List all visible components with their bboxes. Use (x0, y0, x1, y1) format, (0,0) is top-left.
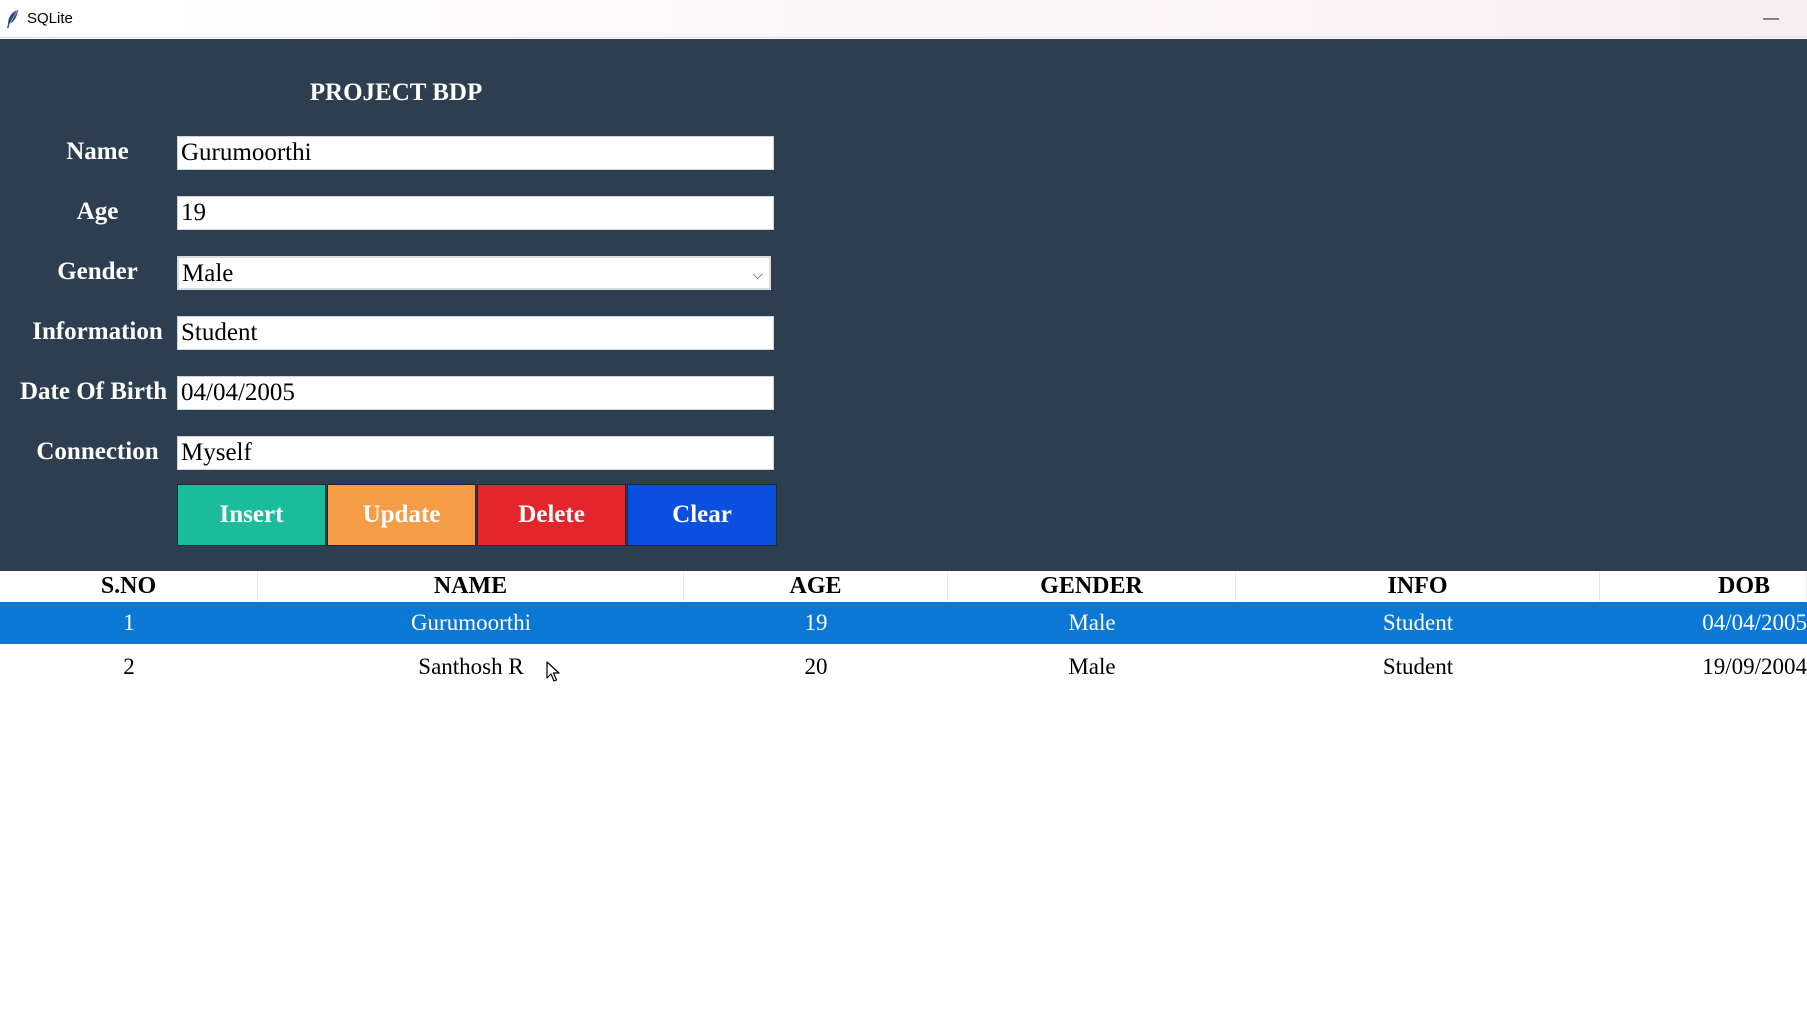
mouse-pointer-icon (546, 661, 560, 682)
information-label: Information (32, 318, 163, 345)
window-title: SQLite (27, 10, 73, 27)
column-header-dob[interactable]: DOB (1600, 571, 1807, 601)
cell-name: Gurumoorthi (410, 610, 532, 635)
column-header-age[interactable]: AGE (684, 571, 948, 601)
cell-dob: 19/09/2004 (1702, 654, 1807, 679)
cell-age: 19 (804, 610, 828, 635)
feather-icon (7, 10, 18, 28)
clear-button[interactable]: Clear (627, 484, 777, 546)
cell-sno: 2 (123, 654, 135, 679)
date-of-birth-label: Date Of Birth (20, 378, 168, 405)
cell-info: Student (1382, 654, 1454, 679)
cell-dob: 04/04/2005 (1702, 610, 1807, 635)
cell-info: Student (1382, 610, 1454, 635)
connection-label: Connection (36, 438, 159, 465)
form-panel: PROJECT BDP Name Gurumoorthi Age 19 Gend… (0, 39, 1807, 571)
column-header-gender[interactable]: GENDER (948, 571, 1236, 601)
name-label: Name (66, 138, 129, 165)
cell-name: Santhosh R (418, 654, 524, 679)
form-title: PROJECT BDP (309, 79, 483, 106)
column-header-sno[interactable]: S.NO (0, 571, 258, 601)
cell-sno: 1 (123, 610, 135, 635)
table-row[interactable]: 1 Gurumoorthi 19 Male Student 04/04/2005 (0, 602, 1807, 644)
name-input[interactable]: Gurumoorthi (177, 136, 774, 170)
records-table[interactable]: S.NO NAME AGE GENDER INFO DOB 1 Gurumoor… (0, 571, 1807, 1016)
gender-select[interactable]: Male ⌵ (177, 256, 771, 290)
table-header: S.NO NAME AGE GENDER INFO DOB (0, 571, 1807, 601)
cell-gender: Male (1068, 654, 1116, 679)
connection-input[interactable]: Myself (177, 436, 774, 470)
date-of-birth-input[interactable]: 04/04/2005 (177, 376, 774, 410)
gender-label: Gender (57, 258, 138, 285)
update-button[interactable]: Update (327, 484, 476, 546)
delete-button[interactable]: Delete (477, 484, 626, 546)
minimize-button[interactable]: — (1756, 6, 1786, 32)
title-bar[interactable]: SQLite — (0, 0, 1807, 38)
gender-select-value: Male (182, 260, 234, 287)
insert-button[interactable]: Insert (177, 484, 326, 546)
column-header-name[interactable]: NAME (258, 571, 684, 601)
age-input[interactable]: 19 (177, 196, 774, 230)
cell-age: 20 (804, 654, 828, 679)
table-row[interactable]: 2 Santhosh R 20 Male Student 19/09/2004 (0, 646, 1807, 688)
column-header-info[interactable]: INFO (1236, 571, 1600, 601)
age-label: Age (76, 198, 119, 225)
information-input[interactable]: Student (177, 316, 774, 350)
cell-gender: Male (1068, 610, 1116, 635)
chevron-down-icon[interactable]: ⌵ (752, 259, 763, 288)
